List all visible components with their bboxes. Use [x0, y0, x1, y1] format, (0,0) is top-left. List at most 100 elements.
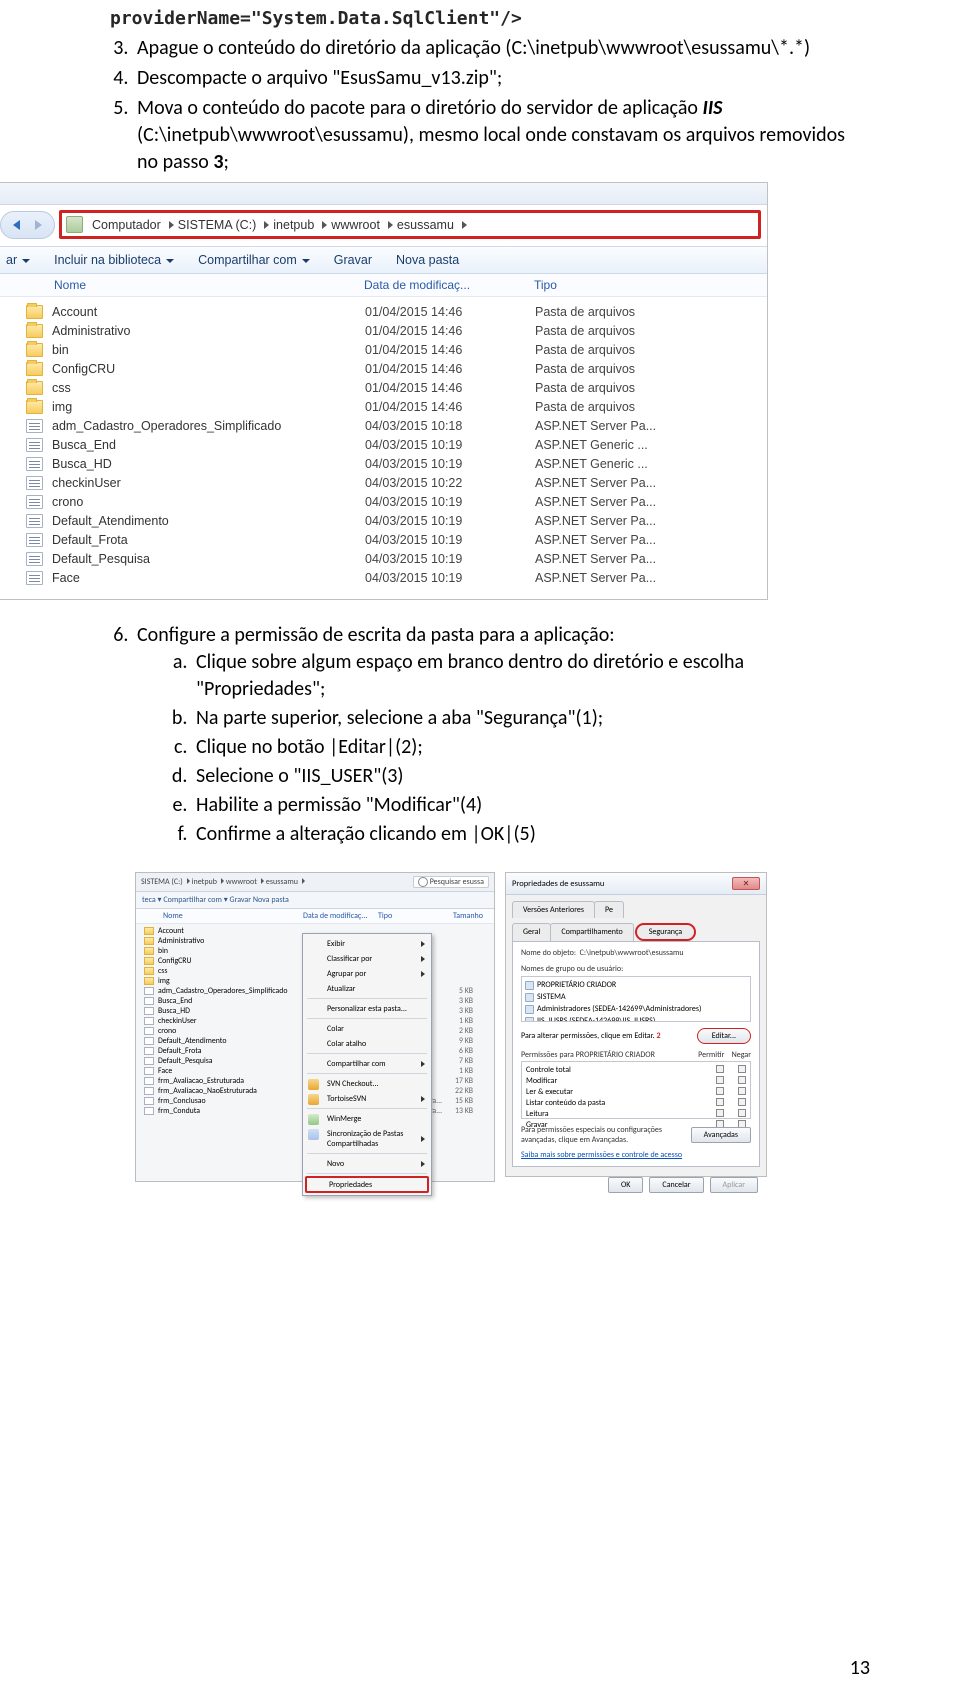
menu-item[interactable]: Novo — [303, 1156, 431, 1171]
checkbox-allow[interactable] — [716, 1065, 724, 1073]
user-icon — [525, 1017, 534, 1023]
folder-icon — [26, 400, 43, 414]
file-row[interactable]: bin01/04/2015 14:46Pasta de arquivos — [0, 340, 767, 359]
menu-item[interactable]: SVN Checkout... — [303, 1076, 431, 1091]
learn-more-link[interactable]: Saiba mais sobre permissões e controle d… — [521, 1150, 751, 1160]
tab-seguranca[interactable]: Segurança1 — [635, 923, 696, 941]
advanced-button[interactable]: Avançadas — [691, 1127, 751, 1143]
annotation-2: 2 — [656, 1031, 660, 1041]
crumb-sistema-c-[interactable]: SISTEMA (C:) — [174, 218, 262, 232]
checkbox-deny[interactable] — [738, 1098, 746, 1106]
checkbox-allow[interactable] — [716, 1087, 724, 1095]
checkbox-allow[interactable] — [716, 1098, 724, 1106]
file-list: Account01/04/2015 14:46Pasta de arquivos… — [0, 297, 767, 599]
menu-item[interactable]: Compartilhar com — [303, 1056, 431, 1071]
crumb-computador[interactable]: Computador — [88, 218, 167, 232]
file-row[interactable]: adm_Cadastro_Operadores_Simplificado04/0… — [0, 416, 767, 435]
col-date[interactable]: Data de modificaç... — [364, 278, 534, 292]
apply-button[interactable]: Aplicar — [710, 1177, 758, 1193]
windows-explorer-screenshot: Computador SISTEMA (C:) inetpub wwwroot esus… — [0, 182, 768, 600]
checkbox-deny[interactable] — [738, 1109, 746, 1117]
menu-item[interactable]: WinMerge — [303, 1111, 431, 1126]
group-item[interactable]: PROPRIETÁRIO CRIADOR — [525, 979, 747, 991]
file-row[interactable]: Default_Frota04/03/2015 10:19ASP.NET Ser… — [0, 530, 767, 549]
groups-listbox[interactable]: PROPRIETÁRIO CRIADORSISTEMAAdministrador… — [521, 976, 751, 1022]
group-item[interactable]: SISTEMA — [525, 991, 747, 1003]
file-row[interactable]: Busca_End04/03/2015 10:19ASP.NET Generic… — [0, 435, 767, 454]
file-row[interactable]: ConfigCRU01/04/2015 14:46Pasta de arquiv… — [0, 359, 767, 378]
menu-item[interactable]: Sincronização de Pastas Compartilhadas — [303, 1126, 431, 1151]
menu-item[interactable]: Atualizar — [303, 981, 431, 996]
menu-item[interactable]: Classificar por — [303, 951, 431, 966]
step-6: Configure a permissão de escrita da past… — [133, 622, 870, 848]
toolbar-burn[interactable]: Gravar — [334, 253, 372, 267]
cancel-button[interactable]: Cancelar — [649, 1177, 703, 1193]
tab[interactable]: Versões Anteriores — [512, 901, 595, 918]
file-row[interactable]: Default_Atendimento04/03/2015 10:19ASP.N… — [0, 511, 767, 530]
crumb-wwwroot[interactable]: wwwroot — [327, 218, 386, 232]
file-row[interactable]: css01/04/2015 14:46Pasta de arquivos — [0, 378, 767, 397]
file-row[interactable]: Administrativo01/04/2015 14:46Pasta de a… — [0, 321, 767, 340]
col-type[interactable]: Tipo — [534, 278, 767, 292]
toolbar-share[interactable]: Compartilhar com — [198, 253, 310, 267]
code-snippet: providerName="System.Data.SqlClient"/> — [110, 0, 870, 29]
menu-item[interactable]: Colar atalho — [303, 1036, 431, 1051]
step-5: Mova o conteúdo do pacote para o diretór… — [133, 95, 870, 176]
toolbar-include[interactable]: Incluir na biblioteca — [54, 253, 174, 267]
crumb-esussamu[interactable]: esussamu — [393, 218, 460, 232]
file-row[interactable]: checkinUser04/03/2015 10:22ASP.NET Serve… — [0, 473, 767, 492]
group-item[interactable]: Administradores (SEDEA-142699\Administra… — [525, 1003, 747, 1015]
page-number: 13 — [850, 1656, 870, 1680]
breadcrumb-bar[interactable]: Computador SISTEMA (C:) inetpub wwwroot esus… — [59, 210, 761, 239]
context-menu-screenshot: SISTEMA (C:)inetpubwwwrootesussamu Pesqu… — [135, 872, 495, 1182]
file-icon — [26, 457, 43, 471]
menu-item[interactable]: TortoiseSVN — [303, 1091, 431, 1106]
checkbox-deny[interactable] — [738, 1076, 746, 1084]
file-icon — [26, 419, 43, 433]
edit-button[interactable]: Editar... — [697, 1028, 751, 1044]
menu-item[interactable]: Personalizar esta pasta... — [303, 1001, 431, 1016]
column-headers: Nome Data de modificaç... Tipo — [0, 274, 767, 297]
folder-icon — [26, 343, 43, 357]
menu-item[interactable]: Propriedades — [305, 1176, 429, 1193]
substep-a: Clique sobre algum espaço em branco dent… — [192, 649, 870, 703]
tab[interactable]: Compartilhamento — [550, 923, 633, 941]
close-icon[interactable]: ✕ — [732, 877, 760, 890]
checkbox-allow[interactable] — [716, 1109, 724, 1117]
file-icon — [26, 552, 43, 566]
menu-item[interactable]: Colar — [303, 1021, 431, 1036]
tab[interactable]: Geral — [512, 923, 551, 941]
substep-d: Selecione o "IIS_USER"(3) — [192, 763, 870, 790]
left-toolbar: teca ▾ Compartilhar com ▾ Gravar Nova pa… — [136, 892, 494, 909]
col-name[interactable]: Nome — [54, 278, 364, 292]
user-icon — [525, 981, 534, 990]
computer-icon — [66, 216, 83, 233]
user-icon — [525, 1005, 534, 1014]
context-menu[interactable]: ExibirClassificar porAgrupar porAtualiza… — [302, 933, 432, 1196]
tab[interactable]: Pe — [594, 901, 624, 918]
file-icon — [26, 514, 43, 528]
file-row[interactable]: Account01/04/2015 14:46Pasta de arquivos — [0, 302, 767, 321]
menu-item[interactable]: Agrupar por — [303, 966, 431, 981]
user-icon — [525, 993, 534, 1002]
file-row[interactable]: crono04/03/2015 10:19ASP.NET Server Pa..… — [0, 492, 767, 511]
file-row[interactable]: Busca_HD04/03/2015 10:19ASP.NET Generic … — [0, 454, 767, 473]
checkbox-allow[interactable] — [716, 1076, 724, 1084]
nav-back-forward[interactable] — [0, 211, 55, 239]
sub-ordered-list: Clique sobre algum espaço em branco dent… — [192, 649, 870, 848]
step-3: Apague o conteúdo do diretório da aplica… — [133, 35, 870, 62]
checkbox-deny[interactable] — [738, 1087, 746, 1095]
checkbox-deny[interactable] — [738, 1065, 746, 1073]
file-row[interactable]: Default_Pesquisa04/03/2015 10:19ASP.NET … — [0, 549, 767, 568]
menu-item[interactable]: Exibir — [303, 936, 431, 951]
file-row[interactable]: img01/04/2015 14:46Pasta de arquivos — [0, 397, 767, 416]
substep-b: Na parte superior, selecione a aba "Segu… — [192, 705, 870, 732]
group-item[interactable]: IIS_IUSRS (SEDEA-142699\IIS_IUSRS) — [525, 1015, 747, 1022]
substep-f: Confirme a alteração clicando em |OK|(5) — [192, 821, 870, 848]
ok-button[interactable]: OK — [608, 1177, 643, 1193]
toolbar-newfolder[interactable]: Nova pasta — [396, 253, 459, 267]
crumb-inetpub[interactable]: inetpub — [269, 218, 320, 232]
toolbar-ar[interactable]: ar — [6, 253, 30, 267]
dialog-title: Propriedades de esussamu — [512, 879, 604, 889]
file-row[interactable]: Face04/03/2015 10:19ASP.NET Server Pa... — [0, 568, 767, 587]
